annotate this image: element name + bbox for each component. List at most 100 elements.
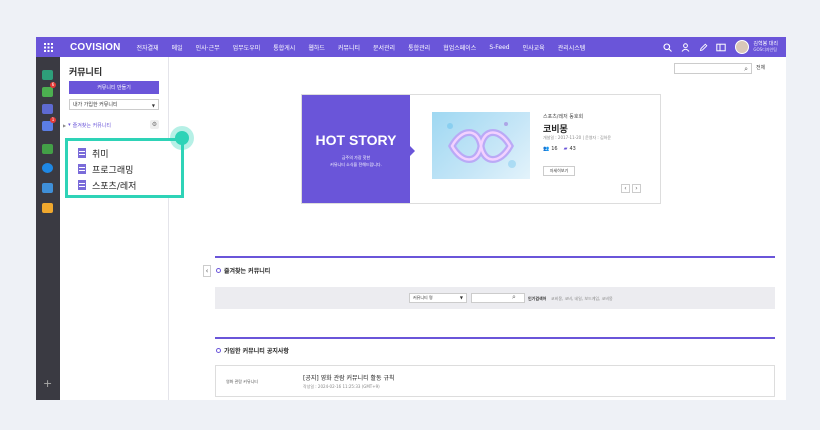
window-icon[interactable]	[715, 41, 727, 53]
search-icon[interactable]: ⌕	[512, 293, 516, 302]
checklist-icon[interactable]	[42, 104, 53, 114]
community-filter-bar: 커뮤니티 명 ▼ ⌕ 인기검색어 코비몽, 코비, 네일, 보드게임, 코비몽	[215, 287, 775, 309]
bell-icon[interactable]	[42, 87, 53, 97]
cloud-icon[interactable]	[42, 163, 53, 173]
community-stats: 👥 16 ▰ 43	[543, 146, 576, 152]
community-item-programming[interactable]: 프로그래밍	[78, 163, 134, 176]
notification-badge: 6	[50, 82, 56, 88]
avatar[interactable]	[735, 40, 750, 54]
nav-item-board[interactable]: 통합게시	[273, 43, 295, 52]
add-icon[interactable]: +	[43, 377, 52, 390]
nav-item-sfeed[interactable]: S-Feed	[489, 44, 509, 51]
posts-icon: ▰	[563, 146, 568, 152]
nav-item-approval[interactable]: 전자결재	[137, 43, 159, 52]
nav-item-collab-space[interactable]: 협업스페이스	[443, 43, 476, 52]
nav-item-hr[interactable]: 인사·근무	[196, 43, 220, 52]
favorites-section-label: 즐겨찾는 커뮤니티	[224, 268, 271, 275]
app-window: COVISION 전자결재 메일 인사·근무 업무도우미 통합게시 웹하드 커뮤…	[36, 37, 786, 400]
section-bullet-icon	[216, 268, 221, 273]
my-community-select[interactable]: 내가 가입한 커뮤니티 ▼	[69, 99, 159, 110]
community-item-label: 취미	[92, 149, 109, 160]
top-navigation-bar: COVISION 전자결재 메일 인사·근무 업무도우미 통합게시 웹하드 커뮤…	[36, 37, 786, 57]
nav-right-tools: 김혁봉 대리 GOS디자인팀	[655, 37, 778, 57]
user-info[interactable]: 김혁봉 대리 GOS디자인팀	[753, 41, 778, 53]
nav-item-documents[interactable]: 문서관리	[373, 43, 395, 52]
expand-icon: ▶	[63, 122, 67, 128]
search-input[interactable]: ⌕	[674, 63, 752, 74]
highlight-marker-inner	[175, 131, 189, 145]
banner-notch	[409, 145, 415, 157]
nav-item-mail[interactable]: 메일	[172, 43, 183, 52]
list-icon	[78, 164, 86, 174]
card-icon[interactable]	[42, 203, 53, 213]
favorites-section-title: 즐겨찾는 커뮤니티	[216, 266, 270, 275]
notice-community: 영화 관람 커뮤니티	[226, 379, 258, 384]
hot-story-subtitle-2: 커뮤니티 소식을 전해드립니다.	[330, 162, 382, 167]
hot-story-title: HOT STORY	[315, 132, 397, 148]
user-icon[interactable]	[679, 41, 691, 53]
community-cover-image[interactable]	[432, 112, 530, 179]
brand-logo[interactable]: COVISION	[70, 42, 121, 53]
hot-story-panel: HOT STORY 금주의 가장 핫한 커뮤니티 소식을 전해드립니다.	[302, 95, 410, 203]
nav-item-webhard[interactable]: 웹하드	[308, 43, 325, 52]
notice-section-label: 가입한 커뮤니티 공지사항	[224, 348, 289, 355]
star-icon: ▾	[68, 122, 71, 128]
view-details-button[interactable]: 자세히보기	[543, 166, 575, 176]
members-icon: 👥	[543, 146, 550, 152]
banner-prev-button[interactable]: ‹	[621, 184, 630, 193]
list-icon	[78, 180, 86, 190]
popular-keywords[interactable]: 코비몽, 코비, 네일, 보드게임, 코비몽	[551, 296, 613, 302]
community-search-input[interactable]	[471, 293, 525, 303]
section-bullet-icon	[216, 348, 221, 353]
chevron-down-icon: ▼	[459, 295, 463, 300]
section-divider	[215, 256, 775, 258]
community-name[interactable]: 코비몽	[543, 122, 568, 135]
nav-item-work-helper[interactable]: 업무도우미	[233, 43, 261, 52]
community-item-hobby[interactable]: 취미	[78, 147, 109, 160]
gear-icon[interactable]: ⚙	[150, 120, 159, 129]
collapse-sidebar-button[interactable]: ‹	[203, 265, 211, 277]
community-item-label: 프로그래밍	[92, 165, 134, 176]
search-icon[interactable]: ⌕	[744, 65, 748, 74]
create-community-button[interactable]: 커뮤니티 만들기	[69, 81, 159, 94]
search-scope-select[interactable]: 전체	[756, 64, 765, 71]
chevron-down-icon: ▼	[151, 103, 155, 108]
section-divider	[215, 337, 775, 339]
select-value: 내가 가입한 커뮤니티	[73, 102, 118, 108]
nav-item-hr-education[interactable]: 인사교육	[523, 43, 545, 52]
search-icon[interactable]	[661, 41, 673, 53]
nav-item-admin-integrated[interactable]: 통합관리	[408, 43, 430, 52]
community-meta: 개설일 : 2017-11-20 | 운영자 : 김하윤	[543, 135, 612, 140]
highlight-marker	[170, 126, 194, 150]
notice-list: 영화 관람 커뮤니티 [공지] 영화 관람 커뮤니티 활동 규칙 작성일 : 2…	[215, 365, 775, 397]
community-name-select[interactable]: 커뮤니티 명 ▼	[409, 293, 467, 303]
banner-next-button[interactable]: ›	[632, 184, 641, 193]
main-content: ⌕ 전체 HOT STORY 금주의 가장 핫한 커뮤니티 소식을 전해드립니다…	[169, 57, 786, 400]
notice-meta: 작성일 : 2024-02-16 11:25:33 (GMT+9)	[303, 384, 380, 389]
community-item-sports[interactable]: 스포츠/레저	[78, 179, 136, 192]
note-icon[interactable]	[42, 144, 53, 154]
side-title: 커뮤니티	[69, 68, 103, 78]
favorites-label: 즐겨찾는 커뮤니티	[72, 122, 111, 129]
edit-icon[interactable]	[697, 41, 709, 53]
calendar-badge: 1	[50, 117, 56, 123]
community-category: 스포츠/레저 동호회	[543, 114, 584, 120]
inbox-icon[interactable]	[42, 70, 53, 80]
left-rail: 6 1 +	[36, 57, 60, 400]
people-icon[interactable]	[42, 183, 53, 193]
user-org: GOS디자인팀	[753, 47, 777, 52]
notice-section-title: 가입한 커뮤니티 공지사항	[216, 346, 289, 355]
popular-keywords-label: 인기검색어	[528, 296, 547, 301]
post-count: 43	[569, 146, 576, 152]
hot-story-banner: HOT STORY 금주의 가장 핫한 커뮤니티 소식을 전해드립니다. 스포츠…	[301, 94, 661, 204]
favorite-communities-toggle[interactable]: ▶ ▾ 즐겨찾는 커뮤니티 ⚙	[63, 120, 159, 130]
community-side-panel: 커뮤니티 커뮤니티 만들기 내가 가입한 커뮤니티 ▼ ▶ ▾ 즐겨찾는 커뮤니…	[60, 57, 169, 400]
highlighted-community-list: 취미 프로그래밍 스포츠/레저	[65, 138, 184, 198]
select-value: 커뮤니티 명	[413, 295, 433, 300]
notice-title-link[interactable]: [공지] 영화 관람 커뮤니티 활동 규칙	[303, 373, 395, 382]
nav-item-system-admin[interactable]: 관리시스템	[558, 43, 586, 52]
list-icon	[78, 148, 86, 158]
nav-item-community[interactable]: 커뮤니티	[338, 43, 360, 52]
member-count: 16	[551, 146, 558, 152]
app-grid-icon[interactable]	[36, 37, 60, 57]
